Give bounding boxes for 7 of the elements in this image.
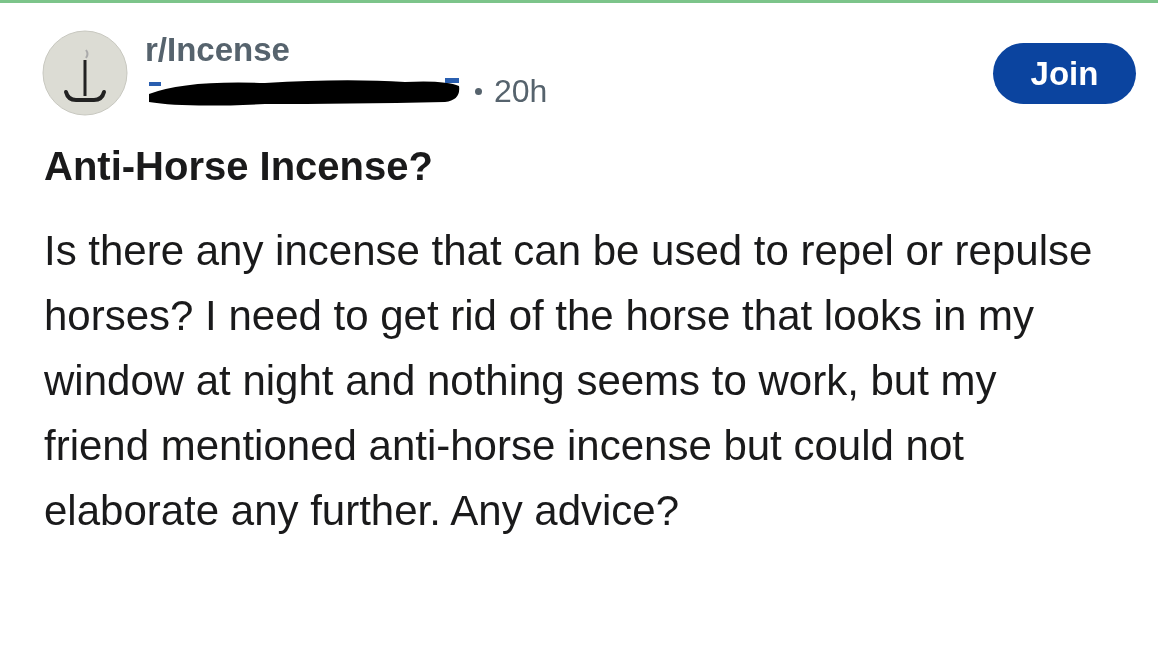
post-time: 20h — [494, 72, 548, 110]
post-body: Is there any incense that can be used to repel or repulse horses? I need to get rid of the horse that looks in my window at night and nothing seems to work, but my friend mentioned anti-horse incense but could not elaborate any further. Any advice? — [43, 226, 1094, 536]
join-button[interactable]: Join — [993, 43, 1136, 104]
dot-separator-icon — [475, 87, 482, 95]
post-title: Anti-Horse Incense? — [43, 143, 434, 190]
subreddit-avatar-icon[interactable] — [42, 30, 128, 116]
subreddit-name[interactable]: r/Incense — [145, 30, 548, 70]
